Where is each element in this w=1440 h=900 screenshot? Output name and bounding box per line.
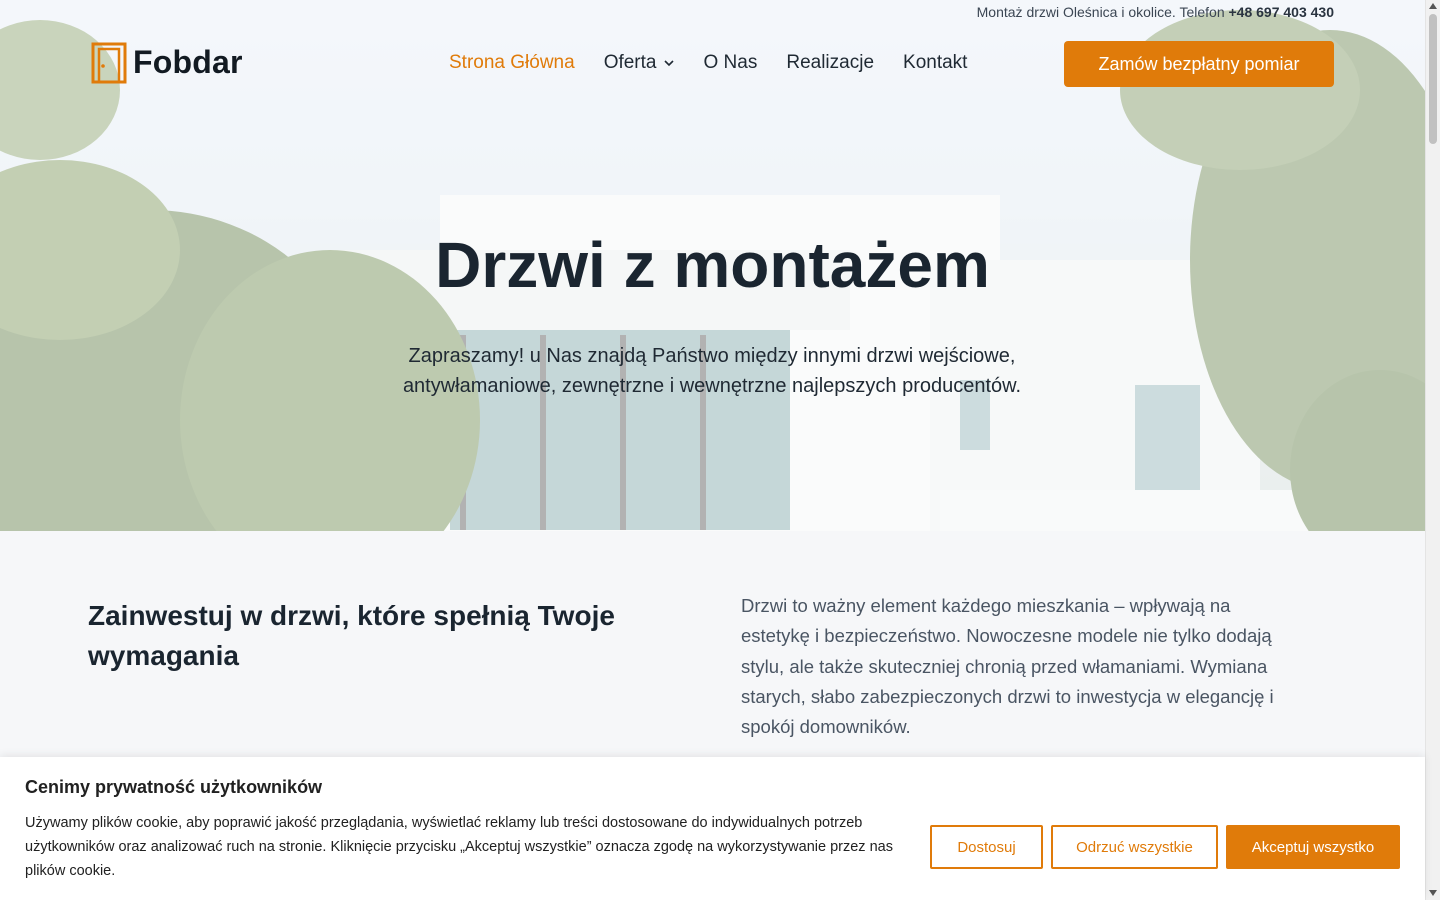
- intro-heading: Zainwestuj w drzwi, które spełnią Twoje …: [88, 600, 615, 671]
- chevron-down-icon: [663, 60, 674, 67]
- nav-item-home[interactable]: Strona Główna: [449, 52, 575, 74]
- scroll-up-arrow-icon[interactable]: [1429, 3, 1437, 9]
- topbar-phone[interactable]: +48 697 403 430: [1229, 4, 1335, 20]
- hero-title: Drzwi z montażem: [435, 229, 990, 301]
- scroll-thumb[interactable]: [1429, 14, 1437, 144]
- cookie-title: Cenimy prywatność użytkowników: [25, 777, 323, 797]
- nav-item-projects[interactable]: Realizacje: [786, 52, 874, 74]
- door-logo-icon: [91, 42, 127, 84]
- hero-section: Montaż drzwi Oleśnica i okolice. Telefon…: [0, 0, 1425, 531]
- main-nav: Strona Główna Oferta O Nas Realizacje Ko…: [449, 52, 967, 74]
- hero-subtitle: Zapraszamy! u Nas znajdą Państwo między …: [402, 345, 1022, 397]
- cookie-reject-button[interactable]: Odrzuć wszystkie: [1051, 825, 1218, 869]
- scroll-down-arrow-icon[interactable]: [1429, 890, 1437, 896]
- topbar-text: Montaż drzwi Oleśnica i okolice. Telefon: [976, 4, 1229, 20]
- cookie-accept-button[interactable]: Akceptuj wszystko: [1226, 825, 1400, 869]
- topbar-contact: Montaż drzwi Oleśnica i okolice. Telefon…: [977, 4, 1334, 20]
- nav-item-offer[interactable]: Oferta: [604, 52, 675, 74]
- nav-item-offer-label: Oferta: [603, 52, 657, 73]
- cookie-banner: Cenimy prywatność użytkowników Używamy p…: [0, 757, 1425, 900]
- intro-body: Drzwi to ważny element każdego mieszkani…: [741, 595, 1274, 738]
- site-logo[interactable]: Fobdar: [91, 42, 243, 84]
- nav-item-about[interactable]: O Nas: [704, 52, 758, 74]
- cookie-customize-button[interactable]: Dostosuj: [930, 825, 1043, 869]
- order-measurement-button[interactable]: Zamów bezpłatny pomiar: [1064, 41, 1334, 87]
- cookie-text: Używamy plików cookie, aby poprawić jako…: [25, 815, 893, 879]
- brand-name: Fobdar: [133, 43, 243, 80]
- nav-item-contact[interactable]: Kontakt: [903, 52, 967, 74]
- page-scrollbar[interactable]: [1425, 0, 1440, 900]
